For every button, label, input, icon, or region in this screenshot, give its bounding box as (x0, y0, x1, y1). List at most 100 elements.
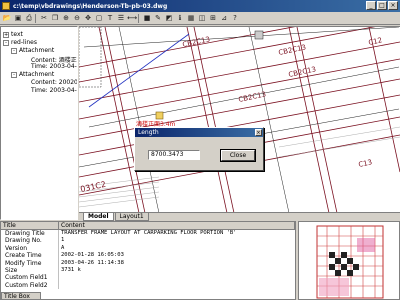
tree-item-attachment[interactable]: - Attachment (11, 47, 54, 54)
app-icon (2, 2, 10, 10)
cut-icon[interactable]: ✂ (39, 13, 49, 23)
drawing-detail-lines (79, 27, 400, 212)
table-row[interactable]: Drawing No. 1 (1, 237, 295, 245)
property-value: 2003-04-26 11:14:38 (61, 259, 124, 266)
tree-item-time[interactable]: Time: 2003-04- (31, 87, 77, 94)
tree-item-label: Time: 2003-04- (31, 87, 77, 94)
table-row[interactable]: Version A (1, 244, 295, 253)
tab-model[interactable]: Model (83, 213, 114, 221)
length-dialog: Length × 8700.3473 Close (134, 127, 264, 171)
thumbnail-highlight (357, 238, 375, 252)
measure-icon[interactable]: ⟷ (127, 13, 137, 23)
tree-item-label: Attachment (19, 47, 55, 54)
tree-item-text[interactable]: + text (3, 31, 23, 38)
grid-label: 031C2 (80, 180, 107, 194)
property-name: Custom Field1 (1, 274, 59, 282)
property-name: Size (1, 266, 59, 275)
close-button[interactable]: × (388, 1, 398, 10)
properties-header: Title Content (1, 222, 295, 230)
grid-label: CB2C13 (182, 35, 211, 49)
close-button[interactable]: Close (220, 149, 256, 162)
tree-item-content[interactable]: Content: 20020 (31, 79, 78, 86)
ortho-icon[interactable]: ⊿ (219, 13, 229, 23)
tile-icon[interactable]: ⊞ (208, 13, 218, 23)
open-icon[interactable]: 📂 (2, 13, 12, 23)
info-icon[interactable]: ℹ (175, 13, 185, 23)
drawing-canvas[interactable]: CB2C13 CB2C13 CB2C13 CB2C13 C12 C13 031C… (79, 26, 400, 212)
tree-item-time[interactable]: Time: 2003-04- (31, 63, 77, 70)
paint-icon[interactable]: ✎ (153, 13, 163, 23)
table-row[interactable]: Drawing Title TRANSFER FRAME LAYOUT AT CA… (1, 230, 295, 238)
grid-icon[interactable]: ▦ (186, 13, 196, 23)
length-value-field[interactable]: 8700.3473 (148, 150, 200, 160)
color-icon[interactable]: ◩ (164, 13, 174, 23)
save-icon[interactable]: ▣ (13, 13, 23, 23)
maximize-button[interactable]: □ (377, 1, 387, 10)
property-name: Create Time (1, 252, 59, 260)
tree-item-label: Attachment (19, 71, 55, 78)
markup-tree: + text - red-lines - Attachment Content:… (0, 26, 78, 220)
tree-item-label: red-lines (11, 39, 37, 46)
text-icon[interactable]: T (105, 13, 115, 23)
dialog-title: Length (138, 129, 159, 136)
property-value (59, 282, 295, 289)
collapse-icon[interactable]: - (3, 39, 9, 46)
property-name: Custom Field2 (1, 281, 59, 290)
table-row[interactable]: Custom Field1 (1, 274, 295, 282)
dialog-close-icon[interactable]: × (255, 129, 262, 136)
property-value: 3731 k (61, 266, 81, 273)
title-bar: c:\temp\vbdrawings\Henderson-Tb-pb-03.dw… (0, 0, 400, 12)
tree-item-label: Content: 20020 (31, 79, 78, 86)
property-value: 2002-01-28 16:05:03 (61, 252, 124, 259)
drawing-thumbnail[interactable] (298, 221, 400, 300)
table-row[interactable]: Custom Field2 (1, 281, 295, 290)
minimize-button[interactable]: _ (366, 1, 376, 10)
print-icon[interactable]: ⎙ (24, 13, 34, 23)
toolbar-separator (138, 13, 141, 23)
table-row[interactable]: Create Time 2002-01-28 16:05:03 (1, 252, 295, 260)
tab-title-box[interactable]: Title Box (1, 292, 41, 299)
tree-item-attachment[interactable]: - Attachment (11, 71, 54, 78)
column-header-title[interactable]: Title (1, 222, 59, 229)
property-value: TRANSFER FRAME LAYOUT AT CARPARKING FLOO… (61, 230, 237, 236)
property-name: Drawing No. (1, 237, 59, 245)
property-name: Modify Time (1, 259, 59, 267)
zoom-out-icon[interactable]: ⊖ (72, 13, 82, 23)
thumbnail-highlight (319, 278, 349, 296)
drawing-svg: CB2C13 CB2C13 CB2C13 CB2C13 C12 C13 031C… (79, 27, 400, 212)
expand-icon[interactable]: + (3, 31, 9, 38)
property-value: 1 (61, 237, 65, 244)
help-icon[interactable]: ? (230, 13, 240, 23)
zoom-in-icon[interactable]: ⊕ (61, 13, 71, 23)
toolbar: 📂 ▣ ⎙ ✂ ❐ ⊕ ⊖ ✥ ▢ T ☰ ⟷ ■ ✎ ◩ ℹ ▦ ◫ ⊞ ⊿ … (0, 12, 400, 25)
window-icon[interactable]: ◫ (197, 13, 207, 23)
copy-icon[interactable]: ❐ (50, 13, 60, 23)
layout-tabs: Model Layout1 (79, 212, 400, 221)
layer-icon[interactable]: ☰ (116, 13, 126, 23)
pan-icon[interactable]: ✥ (83, 13, 93, 23)
tree-item-label: text (11, 31, 23, 38)
grid-label: C13 (358, 158, 373, 169)
tree-item-red-lines[interactable]: - red-lines (3, 39, 37, 46)
property-value: A (61, 244, 65, 251)
toolbar-separator (35, 13, 38, 23)
dialog-title-bar: Length × (135, 128, 263, 137)
collapse-icon[interactable]: - (11, 47, 17, 54)
property-name: Drawing Title (1, 230, 59, 238)
attachment-icon[interactable] (155, 111, 164, 120)
title-box-panel: Title Content Drawing Title TRANSFER FRAM… (0, 221, 296, 300)
window-title: c:\temp\vbdrawings\Henderson-Tb-pb-03.dw… (13, 2, 168, 10)
tree-item-label: Time: 2003-04- (31, 63, 77, 70)
property-value (59, 274, 295, 281)
property-name: Version (1, 244, 59, 253)
table-row[interactable]: Size 3731 k (1, 266, 295, 275)
table-row[interactable]: Modify Time 2003-04-26 11:14:38 (1, 259, 295, 267)
save2-icon[interactable]: ■ (142, 13, 152, 23)
select-icon[interactable]: ▢ (94, 13, 104, 23)
thumbnail-svg (316, 225, 384, 299)
collapse-icon[interactable]: - (11, 71, 17, 78)
column-header-content[interactable]: Content (59, 222, 295, 229)
tab-layout1[interactable]: Layout1 (114, 213, 149, 221)
window-controls: _ □ × (366, 1, 398, 10)
grid-label: CB2C13 (238, 90, 267, 104)
